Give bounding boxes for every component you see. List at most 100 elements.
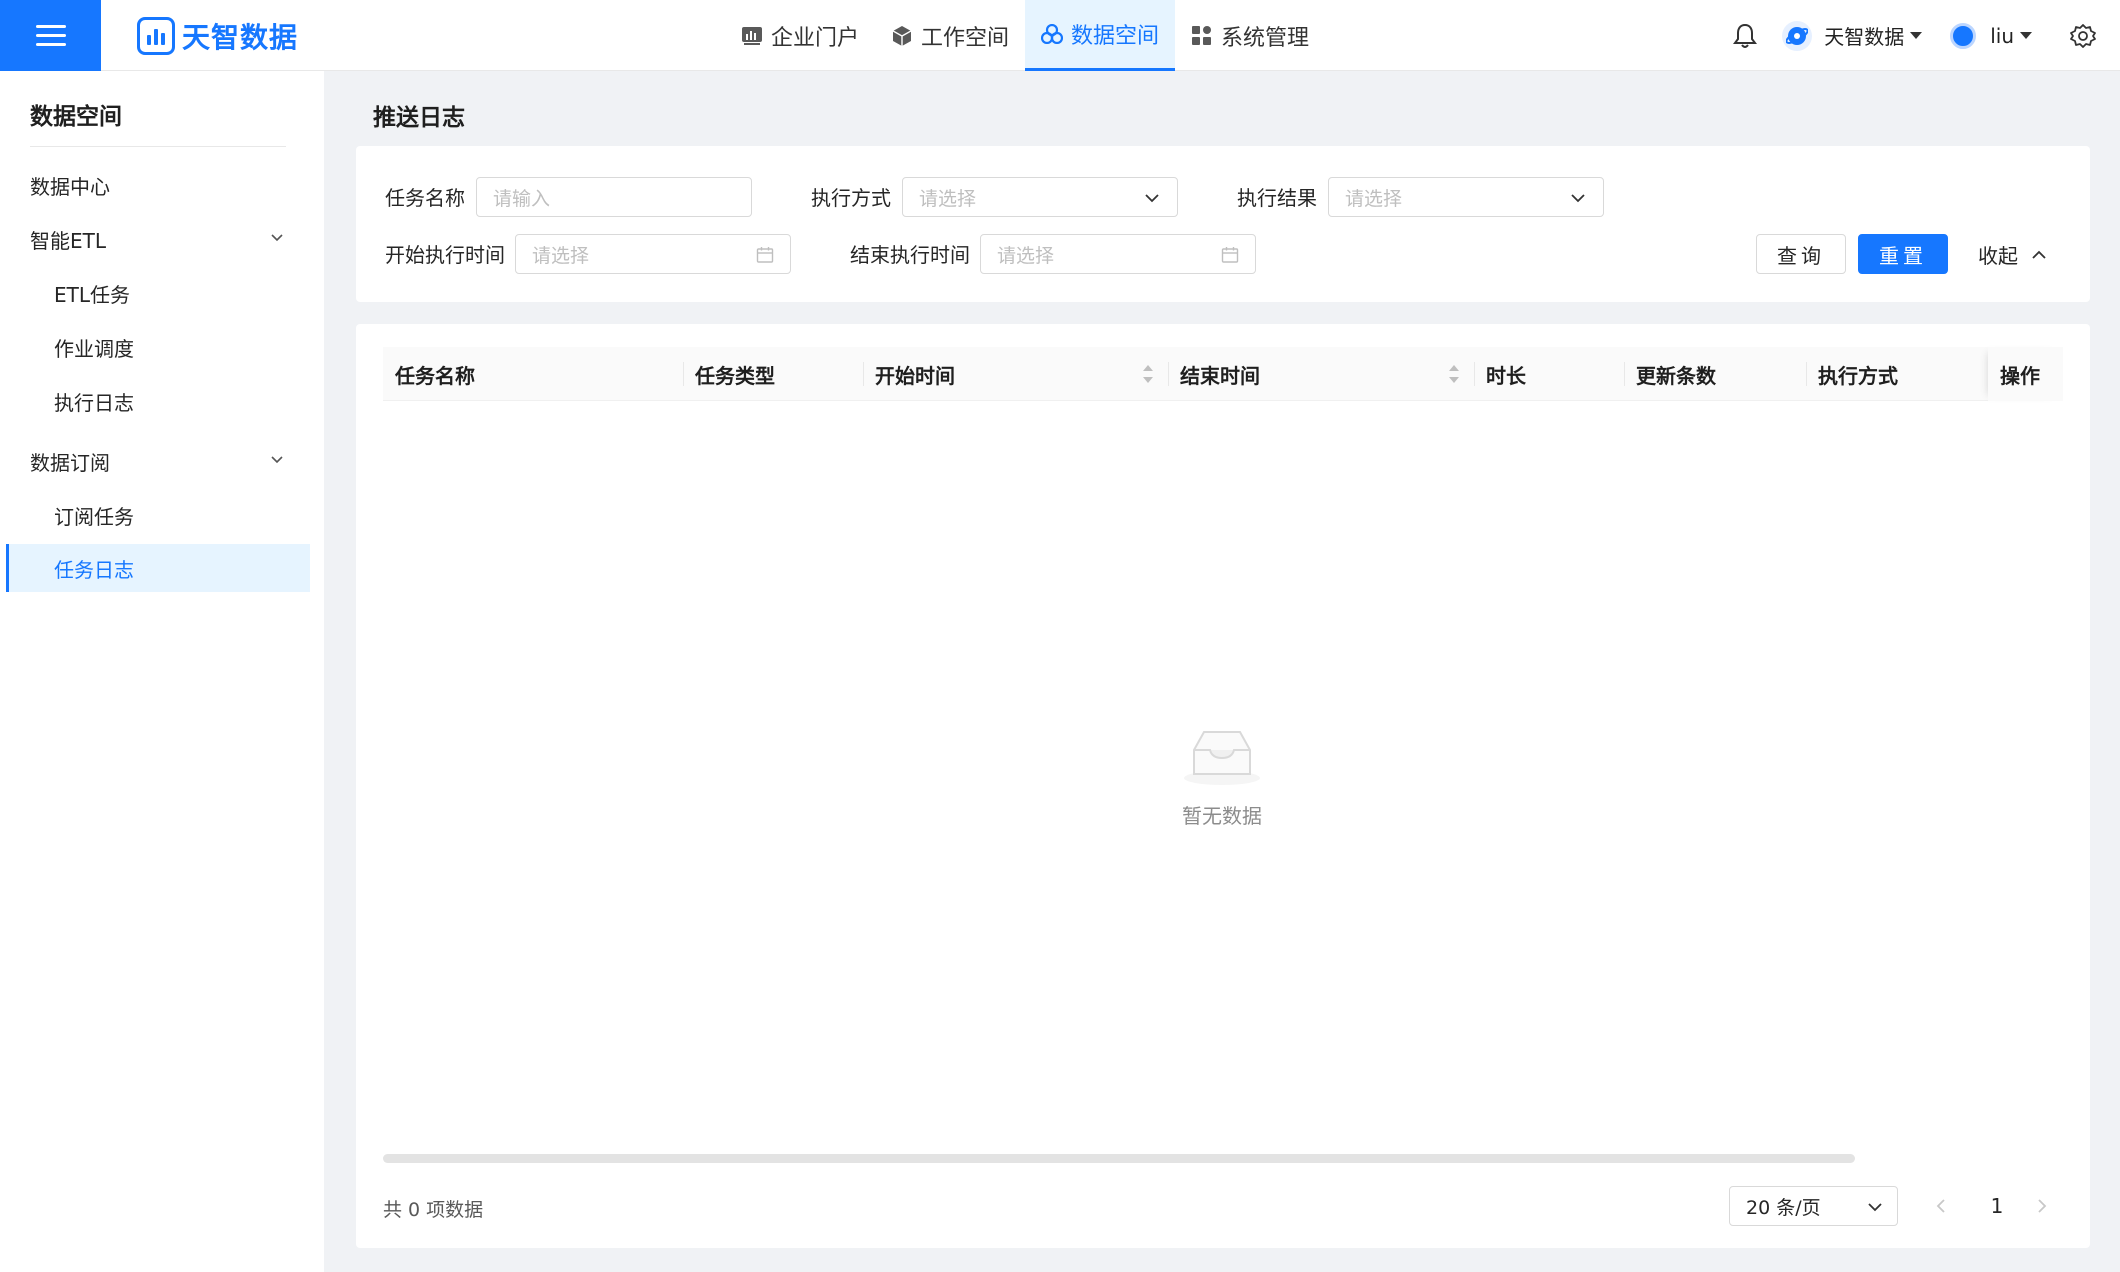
reset-button[interactable]: 重置	[1858, 234, 1948, 274]
sidebar-item-data-center[interactable]: 数据中心	[6, 161, 310, 209]
top-header: 天智数据 企业门户 工作空间 数据空间 系统管理 天智数据 liu	[0, 0, 2120, 71]
column-header-task-name[interactable]: 任务名称	[383, 347, 683, 401]
chevron-left-icon	[1936, 1199, 1945, 1213]
sidebar-item-label: 数据中心	[30, 174, 110, 199]
cluster-icon	[1041, 23, 1064, 45]
sidebar-item-etl-task[interactable]: ETL任务	[6, 269, 310, 317]
bar-chart-icon	[741, 25, 763, 47]
nav-tab-workspace[interactable]: 工作空间	[875, 0, 1025, 71]
nav-tab-dataspace[interactable]: 数据空间	[1025, 0, 1176, 71]
total-count: 共 0 项数据	[383, 1199, 484, 1221]
start-time-picker[interactable]: 请选择	[515, 234, 791, 274]
next-page-button[interactable]	[2027, 1190, 2057, 1222]
column-header-start-time[interactable]: 开始时间	[863, 347, 1168, 401]
query-button[interactable]: 查询	[1756, 234, 1846, 274]
table-header: 任务名称 任务类型 开始时间 结束时间 时长 更新条数 执行方式 操作	[383, 347, 2063, 401]
column-header-actions: 操作	[1988, 347, 2063, 401]
empty-inbox-icon	[1184, 731, 1260, 785]
calendar-icon	[1221, 247, 1239, 263]
column-title: 更新条数	[1636, 363, 1716, 388]
avatar	[1950, 22, 1977, 49]
caret-down-icon	[2020, 32, 2032, 39]
sidebar-divider	[30, 146, 286, 147]
column-title: 时长	[1486, 363, 1526, 388]
horizontal-scrollbar[interactable]	[383, 1154, 1855, 1163]
page-title: 推送日志	[373, 105, 465, 131]
chevron-down-icon	[271, 456, 283, 464]
page-size-select[interactable]: 20 条/页	[1729, 1186, 1898, 1226]
chevron-down-icon	[1868, 1203, 1882, 1212]
sort-icon[interactable]	[1142, 361, 1154, 387]
exec-result-placeholder: 请选择	[1345, 187, 1403, 210]
empty-text: 暂无数据	[1182, 804, 1262, 828]
column-header-end-time[interactable]: 结束时间	[1168, 347, 1474, 401]
sidebar-item-job-schedule[interactable]: 作业调度	[6, 323, 310, 371]
gear-icon[interactable]	[2068, 21, 2098, 51]
end-time-label: 结束执行时间	[850, 243, 970, 267]
start-time-label: 开始执行时间	[385, 243, 505, 267]
header-actions: 天智数据 liu	[1730, 0, 2120, 71]
top-nav: 企业门户 工作空间 数据空间 系统管理	[725, 0, 1325, 71]
sidebar-item-task-log[interactable]: 任务日志	[6, 544, 310, 592]
menu-toggle-button[interactable]	[0, 0, 101, 71]
hamburger-icon	[35, 24, 66, 47]
sort-icon[interactable]	[1448, 361, 1460, 387]
exec-mode-placeholder: 请选择	[919, 187, 977, 210]
sidebar-item-label: ETL任务	[54, 282, 130, 307]
task-name-label: 任务名称	[385, 186, 465, 210]
end-time-placeholder: 请选择	[997, 244, 1055, 267]
logo-icon	[137, 17, 175, 55]
user-name: liu	[1990, 23, 2014, 48]
brand-name: 天智数据	[182, 21, 299, 54]
nav-tab-label: 系统管理	[1221, 25, 1310, 51]
task-name-input[interactable]: 请输入	[476, 177, 752, 217]
sidebar-item-data-subscription[interactable]: 数据订阅	[6, 437, 310, 485]
column-title: 执行方式	[1818, 363, 1898, 388]
column-header-update-count[interactable]: 更新条数	[1624, 347, 1806, 401]
chevron-up-icon	[2032, 250, 2046, 259]
exec-result-label: 执行结果	[1237, 186, 1317, 210]
org-name: 天智数据	[1824, 25, 1905, 49]
column-header-exec-mode[interactable]: 执行方式	[1806, 347, 1988, 401]
nav-tab-label: 工作空间	[921, 25, 1010, 51]
empty-state: 暂无数据	[1112, 728, 1332, 829]
caret-down-icon	[1910, 32, 1923, 39]
sidebar-item-label: 任务日志	[54, 557, 134, 582]
collapse-label: 收起	[1978, 244, 2018, 268]
page-number[interactable]: 1	[1982, 1190, 2012, 1222]
sidebar: 数据空间 数据中心 智能ETL ETL任务 作业调度 执行日志 数据订阅 订阅任…	[0, 71, 324, 1272]
sidebar-item-exec-log[interactable]: 执行日志	[6, 377, 310, 425]
sidebar-item-label: 作业调度	[54, 336, 134, 361]
end-time-picker[interactable]: 请选择	[980, 234, 1256, 274]
chevron-down-icon	[1145, 194, 1159, 203]
exec-mode-label: 执行方式	[811, 186, 891, 210]
sidebar-item-label: 智能ETL	[30, 228, 106, 253]
column-header-duration[interactable]: 时长	[1474, 347, 1624, 401]
chevron-down-icon	[1571, 194, 1585, 203]
sidebar-item-smart-etl[interactable]: 智能ETL	[6, 215, 310, 263]
calendar-icon	[756, 247, 774, 263]
prev-page-button[interactable]	[1926, 1190, 1956, 1222]
nav-tab-portal[interactable]: 企业门户	[725, 0, 875, 71]
sidebar-item-label: 执行日志	[54, 390, 134, 415]
column-title: 操作	[2000, 363, 2040, 388]
cube-icon	[891, 25, 913, 47]
bell-icon[interactable]	[1730, 21, 1760, 51]
nav-tab-label: 企业门户	[771, 25, 860, 51]
org-switcher[interactable]: 天智数据	[1782, 20, 1923, 51]
collapse-toggle[interactable]: 收起	[1978, 240, 2048, 269]
nav-tab-system[interactable]: 系统管理	[1175, 0, 1325, 71]
sidebar-title: 数据空间	[30, 104, 122, 130]
grid-icon	[1191, 25, 1213, 47]
chevron-right-icon	[2038, 1199, 2047, 1213]
start-time-placeholder: 请选择	[532, 244, 590, 267]
nav-tab-label: 数据空间	[1071, 24, 1160, 49]
exec-mode-select[interactable]: 请选择	[902, 177, 1178, 217]
brand-logo[interactable]: 天智数据	[137, 17, 298, 55]
user-menu[interactable]: liu	[1950, 22, 2032, 49]
column-title: 结束时间	[1180, 363, 1260, 388]
sidebar-item-subscription-task[interactable]: 订阅任务	[6, 491, 310, 539]
column-header-task-type[interactable]: 任务类型	[683, 347, 863, 401]
exec-result-select[interactable]: 请选择	[1328, 177, 1604, 217]
chevron-down-icon	[271, 234, 283, 242]
